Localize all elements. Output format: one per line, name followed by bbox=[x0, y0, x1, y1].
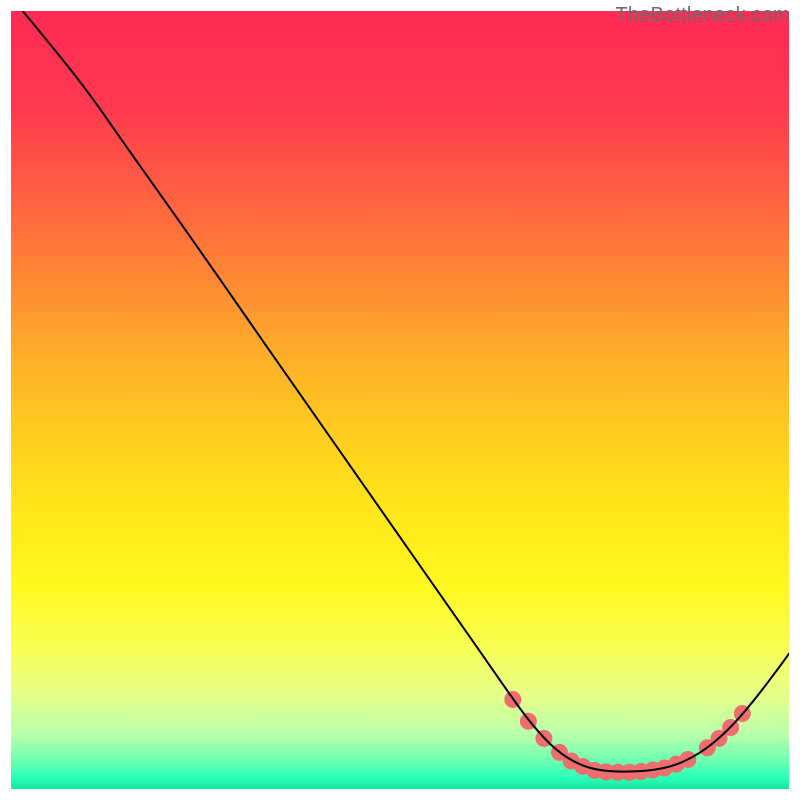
chart-container: TheBottleneck.com bbox=[0, 0, 800, 800]
plot-area bbox=[11, 11, 789, 789]
chart-svg bbox=[11, 11, 789, 789]
attribution-text: TheBottleneck.com bbox=[615, 4, 790, 27]
gradient-background bbox=[11, 11, 789, 789]
